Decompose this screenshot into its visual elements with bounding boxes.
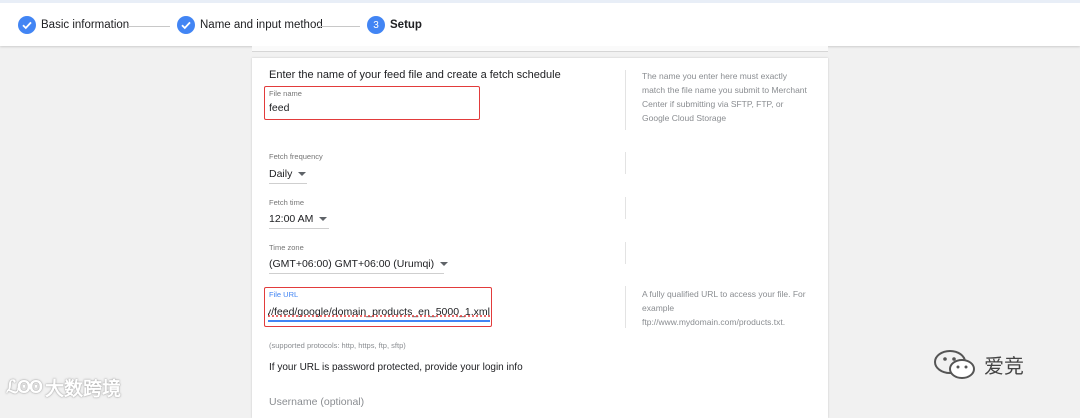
step-setup[interactable]: 3 Setup [367, 15, 422, 35]
step-name-and-input-method[interactable]: Name and input method [177, 15, 323, 35]
fetch-time-select[interactable]: 12:00 AM [269, 210, 329, 229]
fetch-frequency-select[interactable]: Daily [269, 165, 307, 184]
section-heading: Enter the name of your feed file and cre… [269, 69, 561, 81]
chevron-down-icon [319, 217, 328, 221]
check-icon [177, 16, 195, 34]
fetch-time-value: 12:00 AM [269, 213, 314, 225]
time-zone-value: (GMT+06:00) GMT+06:00 (Urumqi) [269, 258, 435, 270]
step-connector [128, 26, 170, 27]
file-url-label: File URL [269, 290, 299, 299]
time-zone-select[interactable]: (GMT+06:00) GMT+06:00 (Urumqi) [269, 255, 449, 274]
column-divider [625, 152, 626, 174]
fetch-time-label: Fetch time [269, 198, 305, 207]
step-number-badge: 3 [367, 16, 385, 34]
time-zone-label: Time zone [269, 243, 304, 252]
supported-protocols-note: (supported protocols: http, https, ftp, … [269, 341, 406, 350]
column-divider [625, 70, 626, 130]
column-divider [625, 242, 626, 264]
setup-card: Enter the name of your feed file and cre… [252, 58, 828, 418]
password-note: If your URL is password protected, provi… [269, 362, 523, 373]
step-basic-information[interactable]: Basic information [18, 15, 129, 35]
fetch-frequency-value: Daily [269, 168, 293, 180]
step-label: Name and input method [200, 19, 323, 31]
column-divider [625, 286, 626, 328]
step-label: Setup [390, 19, 422, 31]
file-name-input[interactable]: feed [269, 102, 289, 114]
watermark-left: ℒʘʘ 大数跨境 [6, 374, 121, 401]
chevron-down-icon [298, 172, 307, 176]
file-url-focus-underline [268, 320, 490, 322]
file-name-hint: The name you enter here must exactly mat… [642, 71, 807, 123]
file-url-hint: A fully qualified URL to access your fil… [642, 289, 806, 327]
column-divider [625, 197, 626, 219]
watermark-left-text: 大数跨境 [44, 379, 121, 400]
stepper: Basic information Name and input method … [0, 0, 1080, 46]
username-field[interactable]: Username (optional) [269, 396, 364, 408]
watermark-right-text: 爱竞 [984, 355, 1024, 378]
step-connector [317, 26, 360, 27]
file-name-label: File name [269, 89, 302, 98]
watermark-logo-icon: ℒʘʘ [6, 377, 43, 397]
fetch-frequency-label: Fetch frequency [269, 152, 323, 161]
step-label: Basic information [41, 19, 130, 31]
spellcheck-underline [268, 315, 490, 317]
chevron-down-icon [440, 262, 449, 266]
previous-panel-edge [252, 46, 828, 52]
watermark-right: 爱竞 [932, 348, 1024, 380]
wechat-icon [934, 350, 975, 379]
check-icon [18, 16, 36, 34]
